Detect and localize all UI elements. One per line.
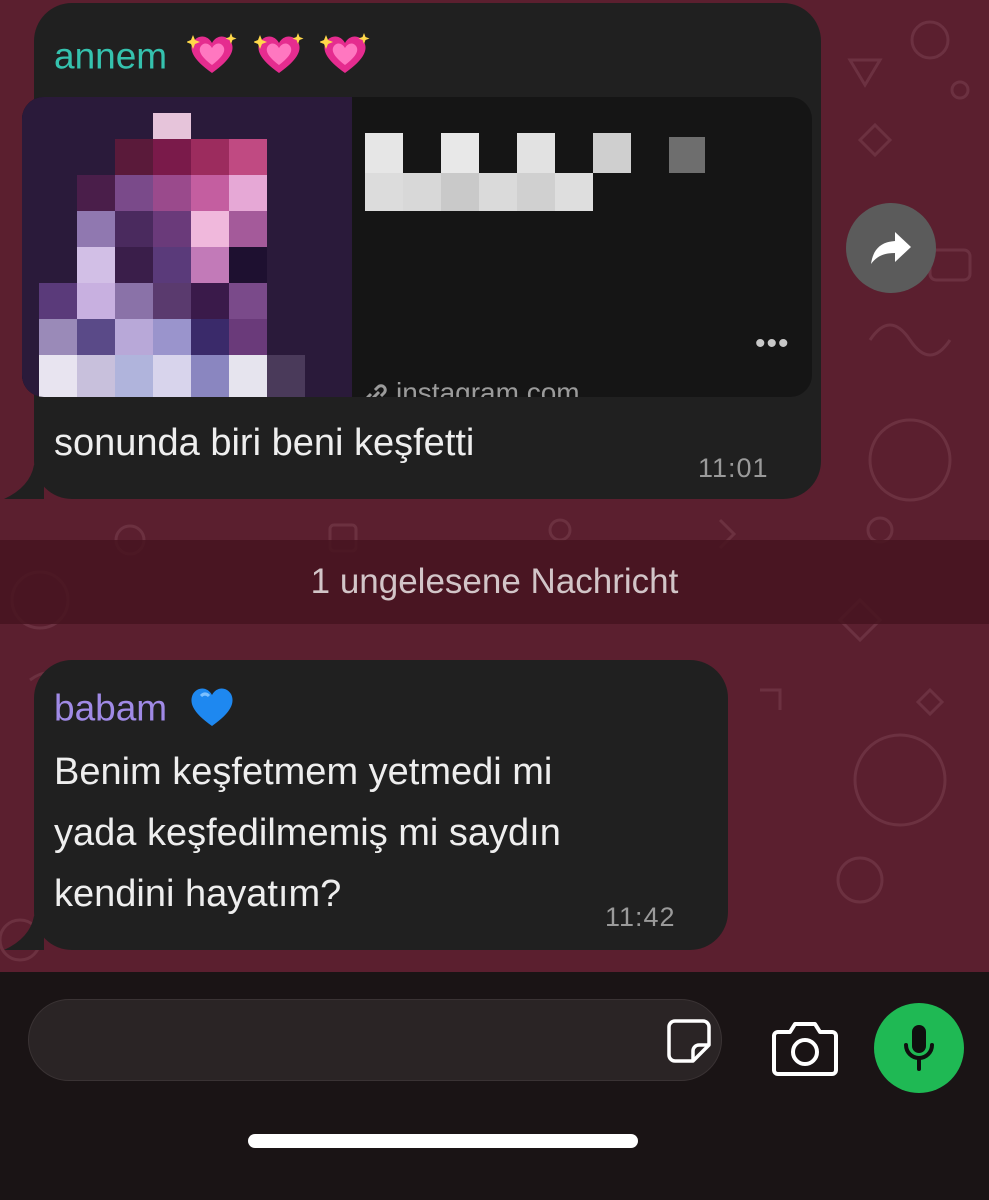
forward-arrow-icon xyxy=(871,232,911,264)
pixelated-thumbnail xyxy=(22,97,352,397)
message-bubble-1[interactable]: annem ••• instagram.com sonunda biri ben… xyxy=(4,3,821,499)
sparkling-heart-emoji xyxy=(186,31,237,86)
compose-bar xyxy=(0,972,989,1200)
forward-button[interactable] xyxy=(846,203,936,293)
blue-heart-emoji xyxy=(187,684,237,737)
link-domain[interactable]: instagram.com xyxy=(396,377,580,397)
unread-banner-text: 1 ungelesene Nachricht xyxy=(310,562,679,601)
message-text: Benim keşfetmem yetmedi mi yada keşfedil… xyxy=(54,751,561,915)
microphone-icon xyxy=(904,1025,934,1071)
link-preview-card[interactable]: ••• instagram.com xyxy=(22,97,812,397)
bubble-tail xyxy=(4,465,44,499)
message-text: sonunda biri beni keşfetti xyxy=(54,422,475,464)
sender-name: annem xyxy=(54,35,168,77)
link-icon xyxy=(366,384,387,397)
sender-name-row: babam xyxy=(54,684,237,737)
message-time: 11:42 xyxy=(605,902,676,932)
pixelated-title xyxy=(365,133,705,211)
unread-messages-banner: 1 ungelesene Nachricht xyxy=(0,540,989,624)
sender-name: babam xyxy=(54,687,168,729)
sparkling-heart-emoji xyxy=(252,31,304,86)
bubble-tail xyxy=(4,916,44,950)
camera-icon[interactable] xyxy=(772,1020,838,1076)
message-bubble-2[interactable]: babam Benim keşfetmem yetmedi mi yada ke… xyxy=(4,660,728,950)
sticker-icon[interactable] xyxy=(665,1017,713,1065)
link-more-dots: ••• xyxy=(755,327,790,360)
message-input[interactable] xyxy=(28,999,722,1081)
sparkling-heart-emoji xyxy=(318,31,370,86)
message-time: 11:01 xyxy=(698,453,769,483)
microphone-button[interactable] xyxy=(874,1003,964,1093)
sender-name-row: annem xyxy=(54,31,370,86)
home-indicator[interactable] xyxy=(248,1134,638,1148)
